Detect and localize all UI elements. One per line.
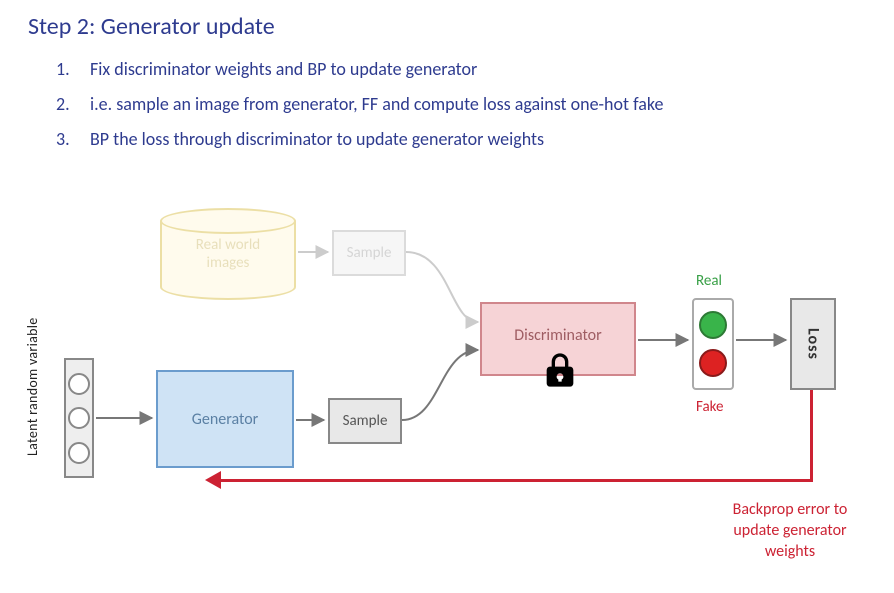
list-item: 2.i.e. sample an image from generator, F… <box>56 87 663 122</box>
loss-label: Loss <box>804 328 823 360</box>
sample-label: Sample <box>347 244 392 262</box>
sample-label: Sample <box>343 412 388 430</box>
backprop-line <box>810 390 813 482</box>
generator-box: Generator <box>156 370 294 468</box>
latent-vector <box>64 358 94 478</box>
sample-fake-box: Sample <box>328 398 402 444</box>
latent-node-icon <box>68 442 90 464</box>
fake-label: Fake <box>696 398 723 416</box>
discriminator-label: Discriminator <box>514 326 601 345</box>
step-text: Fix discriminator weights and BP to upda… <box>90 52 477 87</box>
backprop-caption: Backprop error to update generator weigh… <box>700 500 880 562</box>
step-list: 1.Fix discriminator weights and BP to up… <box>56 52 663 157</box>
real-light-icon <box>699 311 727 339</box>
generator-label: Generator <box>192 410 258 429</box>
lock-icon <box>540 350 580 390</box>
real-fake-indicator <box>692 298 734 390</box>
step-text: BP the loss through discriminator to upd… <box>90 122 544 157</box>
list-item: 3.BP the loss through discriminator to u… <box>56 122 663 157</box>
real-label: Real <box>696 272 722 290</box>
loss-box: Loss <box>790 298 836 390</box>
latent-label: Latent random variable <box>24 292 41 482</box>
page-title: Step 2: Generator update <box>28 12 275 41</box>
list-item: 1.Fix discriminator weights and BP to up… <box>56 52 663 87</box>
latent-node-icon <box>68 407 90 429</box>
gan-diagram: Real world images Sample Latent random v… <box>0 200 894 593</box>
fake-light-icon <box>699 349 727 377</box>
backprop-arrow <box>210 479 810 482</box>
step-text: i.e. sample an image from generator, FF … <box>90 87 663 122</box>
sample-real-box: Sample <box>332 230 406 276</box>
real-images-label: Real world images <box>196 236 260 272</box>
latent-node-icon <box>68 373 90 395</box>
